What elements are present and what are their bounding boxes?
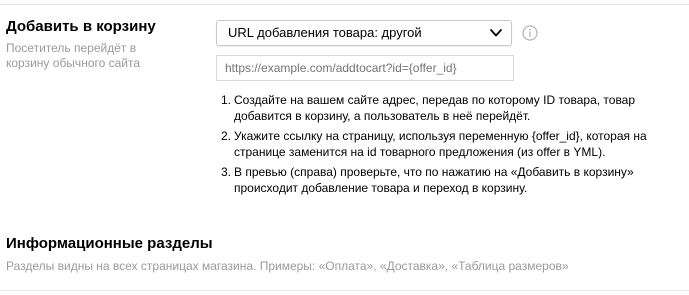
- instructions-list: 1. Создайте на вашем сайте адрес, переда…: [221, 92, 681, 200]
- instruction-step-3: 3. В превью (справа) проверьте, что по н…: [221, 164, 681, 196]
- info-sections-title: Информационные разделы: [6, 235, 213, 252]
- step-number: 3.: [221, 165, 232, 179]
- select-value: URL добавления товара: другой: [228, 25, 422, 40]
- add-to-cart-description: Посетитель перейдёт в корзину обычного с…: [6, 41, 141, 70]
- instruction-step-2: 2. Укажите ссылку на страницу, используя…: [221, 128, 681, 160]
- add-to-cart-url-input[interactable]: [216, 55, 514, 81]
- step-number: 1.: [221, 93, 232, 107]
- chevron-down-icon: [490, 29, 502, 37]
- step-text: Создайте на вашем сайте адрес, передав п…: [234, 93, 636, 123]
- step-number: 2.: [221, 129, 232, 143]
- info-icon[interactable]: [522, 25, 538, 41]
- settings-page: Добавить в корзину Посетитель перейдёт в…: [0, 0, 689, 295]
- step-text: В превью (справа) проверьте, что по нажа…: [234, 165, 634, 195]
- add-to-cart-url-select[interactable]: URL добавления товара: другой: [216, 20, 512, 46]
- top-divider: [0, 4, 689, 5]
- instruction-step-1: 1. Создайте на вашем сайте адрес, переда…: [221, 92, 681, 124]
- step-text: Укажите ссылку на страницу, используя пе…: [234, 129, 647, 159]
- add-to-cart-title: Добавить в корзину: [6, 18, 156, 35]
- info-sections-description: Разделы видны на всех страницах магазина…: [6, 259, 569, 273]
- bottom-divider: [0, 290, 689, 291]
